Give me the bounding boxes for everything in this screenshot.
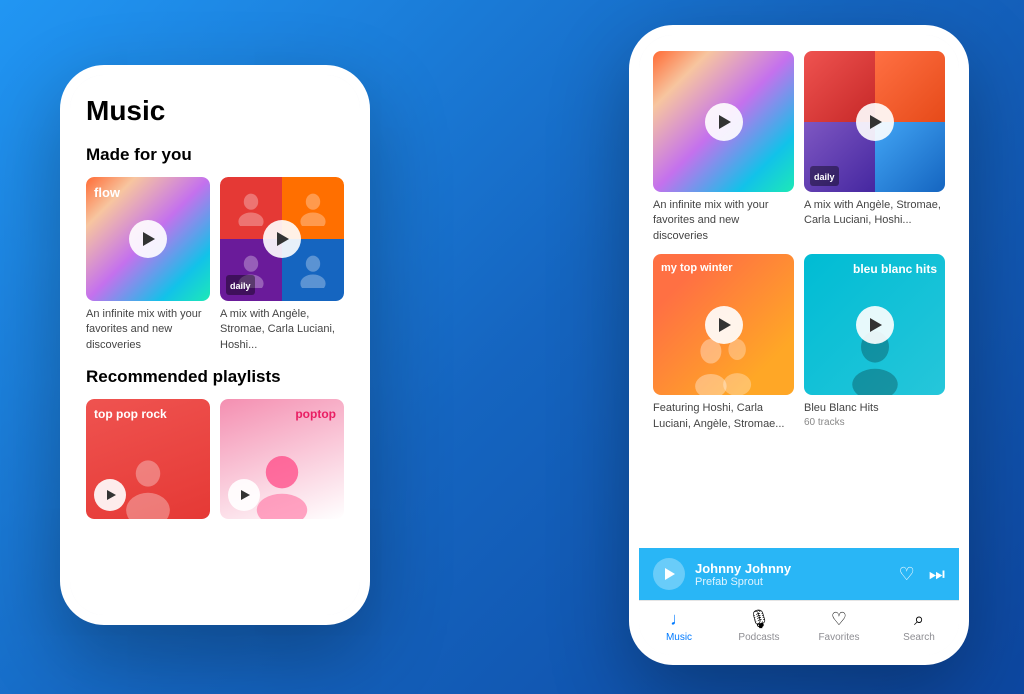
- left-phone: Music Made for you flow An infinite mix …: [60, 65, 370, 625]
- right-screen: An infinite mix with your favorites and …: [639, 35, 959, 655]
- flow-card-image: flow: [86, 177, 210, 301]
- flow-play-button[interactable]: [129, 220, 167, 258]
- rock-card[interactable]: top pop rock: [86, 399, 210, 519]
- winter-card-image: my top winter: [653, 254, 794, 395]
- bleu-desc: Bleu Blanc Hits: [804, 401, 945, 416]
- daily-badge: daily: [226, 275, 255, 295]
- now-playing-controls: ♡ ⏭: [899, 564, 945, 585]
- winter-label: my top winter: [661, 262, 733, 275]
- rock-play-button[interactable]: [94, 479, 126, 511]
- right-daily-card[interactable]: daily A mix with Angèle, Stromae, Carla …: [804, 51, 945, 244]
- right-flow-card[interactable]: An infinite mix with your favorites and …: [653, 51, 794, 244]
- made-for-you-title: Made for you: [86, 145, 344, 165]
- right-daily-badge: daily: [810, 166, 839, 186]
- poptop-card[interactable]: poptop: [220, 399, 344, 519]
- right-daily-play[interactable]: [856, 103, 894, 141]
- search-tab-label: Search: [903, 632, 935, 643]
- now-playing-title: Johnny Johnny: [695, 561, 889, 576]
- right-flow-image: [653, 51, 794, 192]
- daily-description: A mix with Angèle, Stromae, Carla Lucian…: [220, 307, 344, 353]
- bleu-card-image: bleu blanc hits: [804, 254, 945, 395]
- right-content: An infinite mix with your favorites and …: [639, 35, 959, 548]
- skip-icon[interactable]: ⏭: [929, 564, 945, 585]
- podcasts-tab-label: Podcasts: [738, 632, 779, 643]
- right-flow-play[interactable]: [705, 103, 743, 141]
- now-playing-info: Johnny Johnny Prefab Sprout: [695, 561, 889, 588]
- now-playing-bar: Johnny Johnny Prefab Sprout ♡ ⏭: [639, 548, 959, 600]
- podcasts-tab-icon: 🎙: [748, 609, 771, 630]
- winter-card[interactable]: my top winter Featuring Hoshi, Carla Luc…: [653, 254, 794, 432]
- tab-bar: ♩ Music 🎙 Podcasts ♡ Favorites ⌕ Search: [639, 600, 959, 655]
- tab-music[interactable]: ♩ Music: [639, 609, 719, 643]
- bleu-label: bleu blanc hits: [853, 262, 937, 276]
- flow-card[interactable]: flow An infinite mix with your favorites…: [86, 177, 210, 353]
- bleu-play[interactable]: [856, 306, 894, 344]
- tab-podcasts[interactable]: 🎙 Podcasts: [719, 609, 799, 643]
- right-phone: An infinite mix with your favorites and …: [629, 25, 969, 665]
- tab-search[interactable]: ⌕ Search: [879, 609, 959, 643]
- right-daily-image: daily: [804, 51, 945, 192]
- tab-favorites[interactable]: ♡ Favorites: [799, 609, 879, 643]
- bleu-card[interactable]: bleu blanc hits Bleu Blanc Hits 60 track…: [804, 254, 945, 432]
- poptop-label: poptop: [295, 407, 336, 421]
- rock-card-image: top pop rock: [86, 399, 210, 519]
- daily-play-button[interactable]: [263, 220, 301, 258]
- favorites-tab-label: Favorites: [818, 632, 859, 643]
- music-tab-label: Music: [666, 632, 692, 643]
- poptop-card-image: poptop: [220, 399, 344, 519]
- right-daily-desc: A mix with Angèle, Stromae, Carla Lucian…: [804, 198, 945, 229]
- flow-label: flow: [94, 185, 120, 201]
- now-playing-play-button[interactable]: [653, 558, 685, 590]
- rock-label: top pop rock: [94, 407, 167, 421]
- poptop-play-button[interactable]: [228, 479, 260, 511]
- favorites-tab-icon: ♡: [831, 609, 847, 630]
- right-daily-label: daily: [814, 172, 835, 182]
- recommended-title: Recommended playlists: [86, 367, 344, 387]
- bleu-tracks: 60 tracks: [804, 417, 945, 428]
- daily-label: daily: [230, 281, 251, 291]
- daily-card[interactable]: daily A mix with Angèle, Stromae, Carla …: [220, 177, 344, 353]
- page-title: Music: [86, 95, 344, 127]
- flow-description: An infinite mix with your favorites and …: [86, 307, 210, 353]
- now-playing-artist: Prefab Sprout: [695, 576, 889, 588]
- search-tab-icon: ⌕: [914, 609, 924, 630]
- winter-play[interactable]: [705, 306, 743, 344]
- favorite-icon[interactable]: ♡: [899, 564, 915, 585]
- music-tab-icon: ♩: [670, 609, 688, 630]
- right-flow-desc: An infinite mix with your favorites and …: [653, 198, 794, 244]
- winter-desc: Featuring Hoshi, Carla Luciani, Angèle, …: [653, 401, 794, 432]
- left-screen: Music Made for you flow An infinite mix …: [70, 75, 360, 615]
